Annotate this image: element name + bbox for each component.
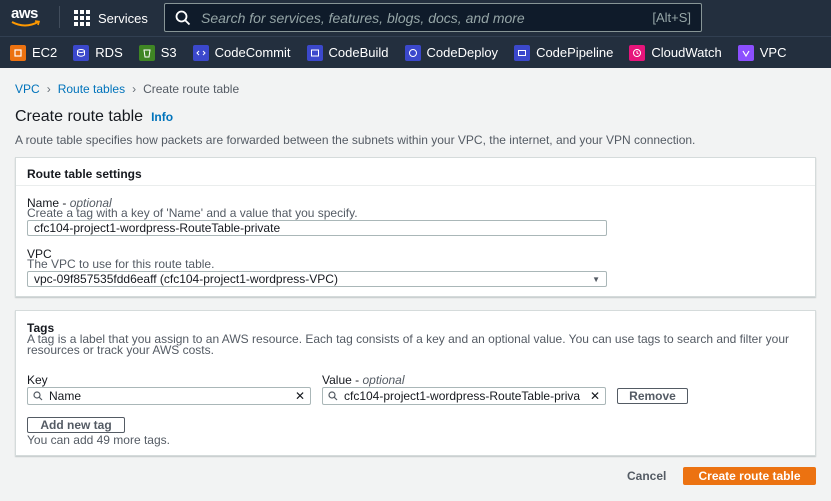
tag-value-label: Value - optional — [322, 373, 405, 387]
clear-icon[interactable]: ✕ — [590, 389, 600, 403]
favorite-s3[interactable]: S3 — [138, 44, 177, 61]
favorite-label: VPC — [759, 45, 787, 60]
codedeploy-icon — [404, 44, 421, 61]
favorite-label: CodePipeline — [536, 45, 614, 60]
favorite-codedeploy[interactable]: CodeDeploy — [404, 44, 499, 61]
favorite-label: CodeDeploy — [426, 45, 499, 60]
page-title-text: Create route table — [15, 108, 144, 125]
services-label: Services — [98, 10, 148, 26]
route-table-settings-panel: Route table settings Name - optional Cre… — [15, 157, 816, 297]
tags-description: A tag is a label that you assign to an A… — [27, 332, 790, 357]
vpc-select-value: vpc-09f857535fdd6eaff (cfc104-project1-w… — [34, 272, 338, 286]
search-icon — [33, 391, 43, 401]
vpc-icon — [737, 44, 754, 61]
tag-value-optional-text: optional — [362, 373, 405, 387]
favorites-bar: EC2 RDS S3 CodeCommit CodeBuild CodeDepl… — [0, 36, 831, 68]
global-search[interactable]: [Alt+S] — [164, 3, 702, 32]
favorite-label: RDS — [95, 45, 123, 60]
favorite-label: CodeBuild — [328, 45, 389, 60]
tag-value-label-text: Value - — [322, 373, 363, 387]
clear-icon[interactable]: ✕ — [295, 389, 305, 403]
breadcrumb-current: Create route table — [143, 82, 240, 96]
tag-key-value: Name — [49, 389, 82, 403]
favorite-codebuild[interactable]: CodeBuild — [306, 44, 389, 61]
vpc-hint: The VPC to use for this route table. — [27, 257, 215, 271]
search-input[interactable] — [201, 9, 653, 26]
vpc-select[interactable]: vpc-09f857535fdd6eaff (cfc104-project1-w… — [27, 271, 607, 287]
chevron-right-icon: › — [46, 82, 51, 96]
favorite-codepipeline[interactable]: CodePipeline — [514, 44, 614, 61]
caret-down-icon: ▼ — [592, 274, 600, 284]
chevron-right-icon: › — [132, 82, 137, 96]
page-description: A route table specifies how packets are … — [15, 133, 696, 147]
favorite-label: CloudWatch — [651, 45, 722, 60]
tag-key-input[interactable]: Name ✕ — [27, 387, 311, 405]
smile-arrow-icon — [11, 20, 41, 27]
name-input[interactable]: cfc104-project1-wordpress-RouteTable-pri… — [27, 220, 607, 236]
nav-divider — [59, 6, 60, 28]
favorite-label: CodeCommit — [214, 45, 291, 60]
name-hint: Create a tag with a key of 'Name' and a … — [27, 206, 358, 220]
breadcrumb-route-tables-link[interactable]: Route tables — [58, 82, 125, 96]
cancel-button[interactable]: Cancel — [627, 469, 666, 483]
favorite-label: EC2 — [32, 45, 58, 60]
breadcrumb: VPC › Route tables › Create route table — [15, 82, 239, 96]
page-title: Create route table Info — [15, 108, 173, 126]
favorite-label: S3 — [160, 45, 177, 60]
favorite-codecommit[interactable]: CodeCommit — [192, 44, 291, 61]
remove-tag-button[interactable]: Remove — [617, 388, 688, 404]
favorite-ec2[interactable]: EC2 — [10, 44, 58, 61]
codepipeline-icon — [514, 44, 531, 61]
grid-icon — [74, 10, 90, 26]
create-route-table-button[interactable]: Create route table — [683, 467, 816, 485]
ec2-icon — [10, 44, 26, 61]
tag-value-value: cfc104-project1-wordpress-RouteTable-pri… — [344, 389, 581, 403]
tag-key-label: Key — [27, 373, 48, 387]
tags-panel: Tags A tag is a label that you assign to… — [15, 310, 816, 456]
cloudwatch-icon — [629, 44, 646, 61]
favorite-rds[interactable]: RDS — [73, 44, 123, 61]
services-menu-button[interactable]: Services — [74, 8, 148, 28]
favorite-vpc[interactable]: VPC — [737, 44, 787, 61]
breadcrumb-vpc-link[interactable]: VPC — [15, 82, 40, 96]
search-icon — [328, 391, 338, 401]
settings-header: Route table settings — [16, 158, 815, 186]
search-shortcut-hint: [Alt+S] — [652, 10, 691, 25]
s3-icon — [138, 44, 155, 61]
tag-value-input[interactable]: cfc104-project1-wordpress-RouteTable-pri… — [322, 387, 606, 405]
tags-remaining-hint: You can add 49 more tags. — [27, 433, 170, 447]
favorite-cloudwatch[interactable]: CloudWatch — [629, 44, 722, 61]
codebuild-icon — [306, 44, 323, 61]
info-link[interactable]: Info — [151, 110, 173, 124]
search-icon — [175, 10, 191, 25]
rds-icon — [73, 44, 90, 61]
add-new-tag-button[interactable]: Add new tag — [27, 417, 125, 433]
codecommit-icon — [192, 44, 209, 61]
aws-logo[interactable]: aws — [11, 5, 43, 29]
top-navigation: aws Services [Alt+S] — [0, 0, 831, 36]
